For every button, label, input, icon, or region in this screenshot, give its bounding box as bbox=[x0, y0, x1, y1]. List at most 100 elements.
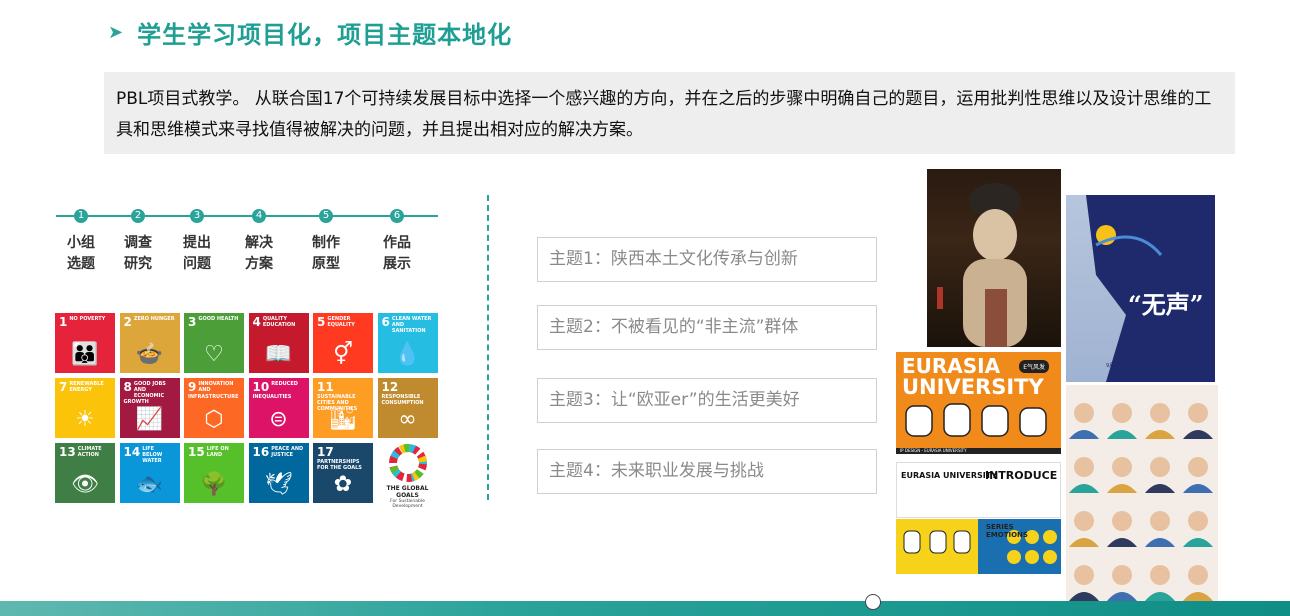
sdg-goal-2: 2 ZERO HUNGER 🍲 bbox=[119, 313, 180, 373]
sdg-symbol-icon: ♡ bbox=[204, 342, 224, 367]
sdg-goal-4: 4 QUALITY EDUCATION 📖 bbox=[248, 313, 309, 373]
sdg-symbol-icon: ⊜ bbox=[269, 407, 288, 432]
sdg-number: 7 bbox=[59, 380, 68, 394]
sdg-goal-10: 10 REDUCED INEQUALITIES ⊜ bbox=[248, 378, 309, 438]
avatar-head bbox=[1188, 511, 1208, 531]
eurasia-line-2: UNIVERSITY bbox=[902, 375, 1044, 399]
avatar-head bbox=[1112, 565, 1132, 585]
step-number: 6 bbox=[390, 209, 404, 223]
theme-3[interactable]: 主题3：让“欧亚er”的生活更美好 bbox=[537, 378, 877, 423]
sdg-symbol-icon: ⬡ bbox=[204, 407, 224, 432]
avatar-body bbox=[1107, 484, 1137, 493]
avatar-body bbox=[1145, 538, 1175, 547]
sdg-number: 14 bbox=[123, 445, 141, 459]
step-label: 小组选题 bbox=[67, 235, 95, 272]
sdg-number: 15 bbox=[188, 445, 205, 459]
sdg-number: 10 bbox=[252, 380, 270, 394]
avatar-head bbox=[1112, 403, 1132, 423]
theme-2[interactable]: 主题2：不被看见的“非主流”群体 bbox=[537, 305, 877, 350]
eu2-right-text: INTRODUCE bbox=[985, 469, 1058, 482]
sdg-symbol-icon: 🍲 bbox=[135, 342, 164, 367]
sdg-goal-12: 12 RESPONSIBLE CONSUMPTION ∞ bbox=[377, 378, 438, 438]
deaf-day-poster: 听见 “无声” 的世 界 9月25日 国际聋人日 每年9月第四个星期日 bbox=[1066, 195, 1215, 382]
global-goals-logo: THE GLOBAL GOALS For Sustainable Develop… bbox=[377, 443, 438, 509]
step-4: 4 解决方案 bbox=[239, 204, 279, 275]
sdg-goal-15: 15 LIFE ON LAND 🌳 bbox=[184, 443, 244, 503]
emotion-faces-image bbox=[896, 519, 1061, 574]
eu3-text: SERIES EMOTIONS bbox=[986, 523, 1028, 539]
step-2: 2 调查研究 bbox=[118, 204, 158, 275]
sdg-symbol-icon: 📈 bbox=[135, 407, 164, 432]
sdg-number: 2 bbox=[123, 315, 132, 329]
avatar-body bbox=[1183, 430, 1213, 439]
poster-line-4: 界 bbox=[1138, 339, 1155, 358]
sdg-number: 17 bbox=[317, 445, 334, 459]
sdg-symbol-icon: 🌳 bbox=[200, 472, 228, 497]
step-label: 解决方案 bbox=[245, 235, 273, 272]
slide-nav-circle[interactable] bbox=[865, 594, 881, 610]
sdg-symbol-icon: 🕊 bbox=[264, 472, 293, 497]
avatar-body bbox=[1107, 430, 1137, 439]
step-number: 5 bbox=[319, 209, 333, 223]
sdg-symbol-icon: 👁 bbox=[71, 472, 99, 497]
section-title: ➤ 学生学习项目化，项目主题本地化 bbox=[108, 14, 512, 50]
sdg-symbol-icon: 🐟 bbox=[135, 472, 164, 497]
step-number: 1 bbox=[74, 209, 88, 223]
process-timeline: 1 小组选题 2 调查研究 3 提出问题 4 解决方案 5 制作原型 6 作品展示 bbox=[56, 204, 438, 284]
sdg-number: 6 bbox=[381, 315, 390, 329]
avatar-body bbox=[1145, 430, 1175, 439]
avatar-head bbox=[1188, 457, 1208, 477]
avatar-body bbox=[1069, 430, 1099, 439]
sdg-goal-9: 9 INNOVATION AND INFRASTRUCTURE ⬡ bbox=[184, 378, 244, 438]
step-number: 3 bbox=[190, 209, 204, 223]
eurasia-strip: IP DESIGN - EURASIA UNIVERSITY bbox=[896, 448, 1061, 454]
avatar-body bbox=[1183, 538, 1213, 547]
step-label: 作品展示 bbox=[383, 235, 411, 272]
avatar-head bbox=[1074, 511, 1094, 531]
sdg-number: 16 bbox=[252, 445, 270, 459]
avatar-body bbox=[1183, 484, 1213, 493]
avatar-head bbox=[1150, 511, 1170, 531]
eurasia-emotions-design: SERIES EMOTIONS bbox=[896, 519, 1061, 574]
sdg-goal-7: 7 RENEWABLE ENERGY ☀ bbox=[55, 378, 115, 438]
sdg-number: 13 bbox=[59, 445, 76, 459]
theme-4[interactable]: 主题4：未来职业发展与挑战 bbox=[537, 449, 877, 494]
sdg-goal-1: 1 NO POVERTY 👪 bbox=[55, 313, 115, 373]
avatar-body bbox=[1107, 592, 1137, 601]
sdg-goal-17: 17 PARTNERSHIPS FOR THE GOALS ✿ bbox=[313, 443, 373, 503]
theme-1[interactable]: 主题1：陕西本土文化传承与创新 bbox=[537, 237, 877, 282]
step-6: 6 作品展示 bbox=[377, 204, 417, 275]
step-number: 4 bbox=[252, 209, 266, 223]
section-title-text: 学生学习项目化，项目主题本地化 bbox=[137, 20, 513, 49]
sdg-number: 12 bbox=[381, 380, 399, 394]
global-goals-subtitle: For Sustainable Development bbox=[390, 499, 425, 509]
step-3: 3 提出问题 bbox=[177, 204, 217, 275]
mascot-characters-image bbox=[905, 403, 1047, 437]
sdg-symbol-icon: 👪 bbox=[71, 342, 99, 367]
sdg-goal-13: 13 CLIMATE ACTION 👁 bbox=[55, 443, 115, 503]
sdg-goal-8: 8 GOOD JOBS AND ECONOMIC GROWTH 📈 bbox=[119, 378, 180, 438]
step-label: 制作原型 bbox=[312, 235, 340, 272]
sdg-number: 1 bbox=[59, 315, 68, 329]
bottom-accent-bar bbox=[0, 601, 1290, 616]
sdg-goal-3: 3 GOOD HEALTH ♡ bbox=[184, 313, 244, 373]
sdg-symbol-icon: ✿ bbox=[333, 472, 353, 497]
sdg-symbol-icon: ⚥ bbox=[333, 342, 353, 367]
step-label: 提出问题 bbox=[183, 235, 211, 272]
sdg-goal-14: 14 LIFE BELOW WATER 🐟 bbox=[119, 443, 180, 503]
step-1: 1 小组选题 bbox=[61, 204, 101, 275]
sdg-number: 5 bbox=[317, 315, 326, 329]
avatar-head bbox=[1150, 403, 1170, 423]
eu2-left-text: EURASIA UNIVERSITY bbox=[901, 471, 997, 480]
profession-avatars-image bbox=[1069, 403, 1213, 601]
statue-photo bbox=[927, 169, 1061, 347]
avatar-head bbox=[1112, 457, 1132, 477]
global-goals-wheel-icon bbox=[388, 444, 427, 482]
tang-figurine-image bbox=[937, 183, 1027, 347]
sdg-goals-grid: THE GLOBAL GOALS For Sustainable Develop… bbox=[55, 313, 438, 509]
eurasia-line-1: EURASIA bbox=[902, 354, 1001, 378]
sdg-number: 8 bbox=[123, 380, 132, 394]
arrow-icon: ➤ bbox=[108, 21, 124, 43]
sdg-number: 11 bbox=[317, 380, 334, 394]
avatar-body bbox=[1069, 592, 1099, 601]
